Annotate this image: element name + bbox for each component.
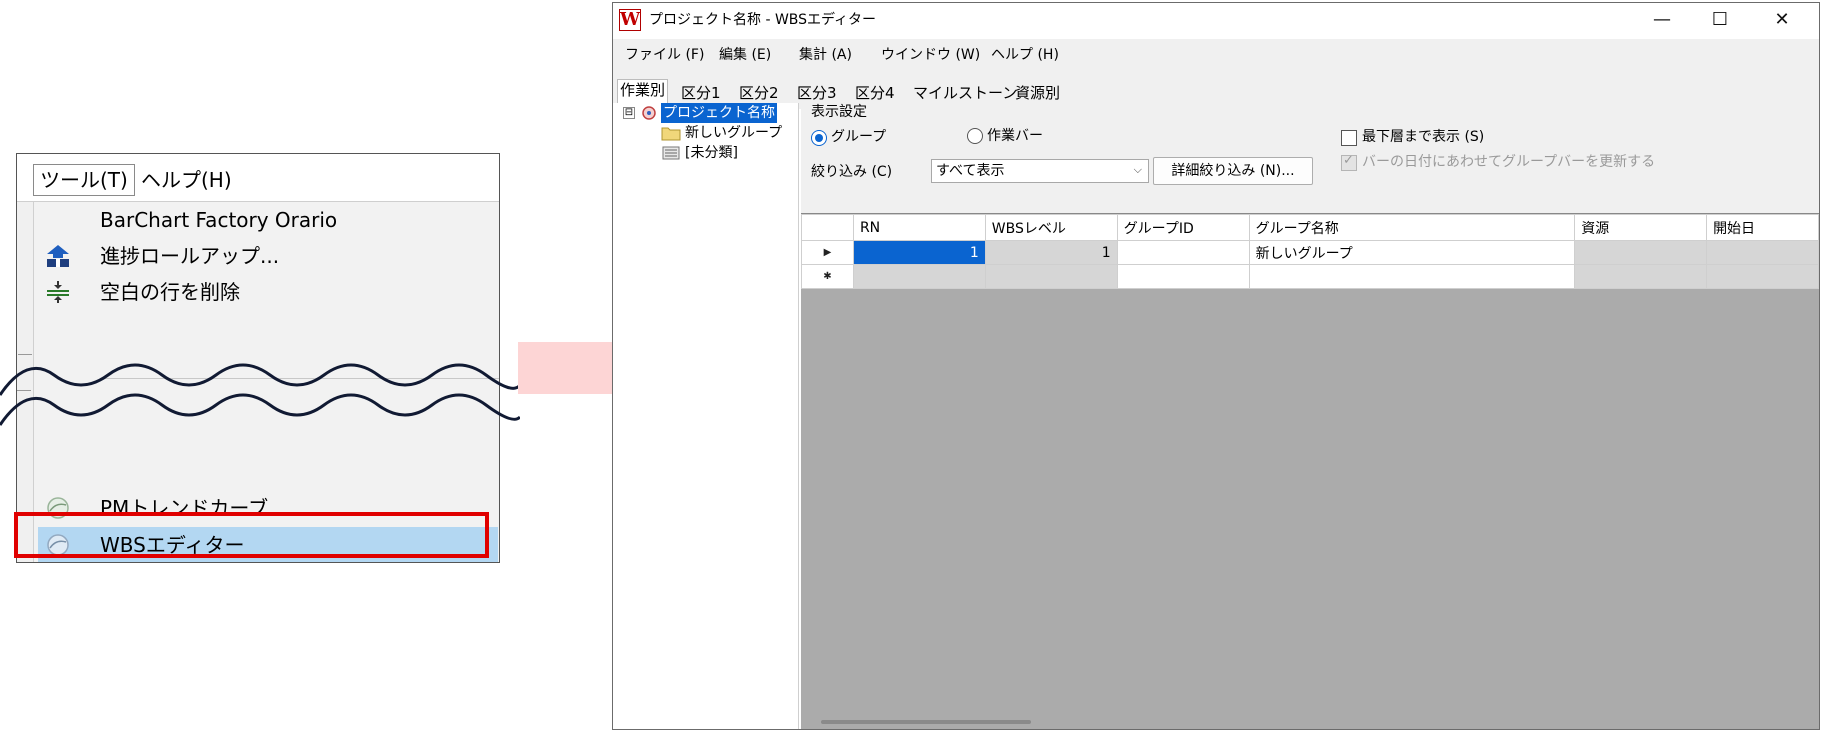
app-logo: W bbox=[619, 9, 641, 31]
table-row[interactable]: ✱ bbox=[801, 264, 1819, 289]
project-icon bbox=[642, 106, 656, 120]
wbs-editor-highlight-frame bbox=[14, 512, 489, 558]
tab-category-1[interactable]: 区分1 bbox=[679, 83, 723, 105]
radio-task-bar[interactable] bbox=[967, 128, 983, 144]
tree-item-label: [未分類] bbox=[685, 145, 738, 161]
filter-label: 絞り込み (C) bbox=[811, 164, 893, 180]
maximize-button[interactable]: ☐ bbox=[1691, 5, 1749, 35]
radio-group[interactable] bbox=[811, 130, 827, 146]
minimize-button[interactable]: — bbox=[1633, 5, 1691, 35]
column-header[interactable]: RN bbox=[852, 214, 986, 241]
menu-window[interactable]: ウインドウ (W) bbox=[881, 46, 980, 64]
menu-item-delete-blank-rows[interactable]: 空白の行を削除 bbox=[34, 274, 499, 310]
checkbox-update-group-bar bbox=[1341, 153, 1357, 171]
filter-select-value: すべて表示 bbox=[936, 163, 1005, 179]
cell-wbs-level[interactable]: 1 bbox=[984, 240, 1118, 265]
tab-category-4[interactable]: 区分4 bbox=[853, 83, 897, 105]
cell-resource[interactable] bbox=[1574, 264, 1708, 289]
menu-bar: ツール(T) ヘルプ(H) bbox=[17, 154, 499, 202]
column-header[interactable]: WBSレベル bbox=[984, 214, 1118, 241]
filter-select[interactable]: すべて表示 ⌵ bbox=[931, 159, 1149, 183]
folder-icon bbox=[661, 127, 681, 141]
menu-help[interactable]: ヘルプ (H) bbox=[991, 46, 1059, 64]
new-row-marker-icon[interactable]: ✱ bbox=[801, 264, 854, 289]
tab-milestone[interactable]: マイルストーン bbox=[911, 83, 1019, 105]
row-header-corner bbox=[801, 214, 854, 241]
tree-item-label: 新しいグループ bbox=[685, 125, 783, 141]
cell-rn[interactable]: 1 bbox=[852, 240, 986, 265]
current-row-marker-icon[interactable]: ▶ bbox=[801, 240, 854, 265]
title-bar[interactable]: W プロジェクト名称 - WBSエディター — ☐ ✕ bbox=[613, 3, 1819, 37]
tab-category-3[interactable]: 区分3 bbox=[795, 83, 839, 105]
tab-by-resource[interactable]: 資源別 bbox=[1013, 83, 1062, 105]
tree-collapse-icon[interactable]: ⊟ bbox=[623, 107, 635, 119]
rollup-icon bbox=[47, 245, 69, 267]
delete-blank-rows-icon bbox=[47, 281, 69, 303]
menu-help[interactable]: ヘルプ(H) bbox=[137, 168, 236, 192]
close-button[interactable]: ✕ bbox=[1753, 5, 1811, 35]
cell-start-date[interactable] bbox=[1706, 240, 1819, 265]
cell-start-date[interactable] bbox=[1706, 264, 1819, 289]
cell-group-name[interactable]: 新しいグループ bbox=[1248, 240, 1576, 265]
checkbox-update-group-bar-label: バーの日付にあわせてグループバーを更新する bbox=[1362, 154, 1656, 170]
menu-item-progress-rollup[interactable]: 進捗ロールアップ... bbox=[34, 238, 499, 274]
wbs-editor-window: W プロジェクト名称 - WBSエディター — ☐ ✕ ファイル (F) 編集 … bbox=[612, 2, 1820, 730]
radio-group-label: グループ bbox=[831, 129, 887, 145]
table-row[interactable]: ▶ 1 1 新しいグループ bbox=[801, 240, 1819, 265]
menu-bar: ファイル (F) 編集 (E) 集計 (A) ウインドウ (W) ヘルプ (H) bbox=[613, 39, 1819, 69]
cell-wbs-level[interactable] bbox=[984, 264, 1118, 289]
cell-rn[interactable] bbox=[852, 264, 986, 289]
cell-group-name[interactable] bbox=[1248, 264, 1576, 289]
menu-item-label: 空白の行を削除 bbox=[100, 280, 240, 304]
menu-tools[interactable]: ツール(T) bbox=[33, 164, 135, 196]
chevron-down-icon: ⌵ bbox=[1133, 163, 1142, 176]
display-settings: 表示設定 グループ 作業バー 最下層まで表示 (S) バーの日付にあわせてグルー… bbox=[801, 103, 1819, 213]
cell-group-id[interactable] bbox=[1116, 264, 1250, 289]
cell-group-id[interactable] bbox=[1116, 240, 1250, 265]
tab-category-2[interactable]: 区分2 bbox=[737, 83, 781, 105]
menu-item-label: 進捗ロールアップ... bbox=[100, 244, 280, 268]
menu-aggregate[interactable]: 集計 (A) bbox=[799, 46, 852, 64]
radio-task-bar-label: 作業バー bbox=[987, 128, 1043, 144]
wbs-grid: RN WBSレベル グループID グループ名称 資源 開始日 ▶ 1 1 新しい… bbox=[801, 213, 1819, 729]
omission-wave-icon bbox=[0, 363, 520, 426]
detail-filter-button[interactable]: 詳細絞り込み (N)... bbox=[1153, 157, 1313, 185]
tree-root-label: プロジェクト名称 bbox=[661, 103, 777, 123]
grid-header-row: RN WBSレベル グループID グループ名称 資源 開始日 bbox=[801, 214, 1819, 241]
horizontal-scrollbar[interactable] bbox=[821, 720, 1031, 724]
column-header[interactable]: グループID bbox=[1116, 214, 1250, 241]
menu-edit[interactable]: 編集 (E) bbox=[719, 46, 771, 64]
window-title: プロジェクト名称 - WBSエディター bbox=[649, 12, 877, 28]
list-icon bbox=[662, 146, 680, 160]
group-tree: ⊟ プロジェクト名称 新しいグループ [未分類] bbox=[613, 103, 799, 729]
grid-table: RN WBSレベル グループID グループ名称 資源 開始日 ▶ 1 1 新しい… bbox=[801, 214, 1819, 289]
settings-group-title: 表示設定 bbox=[811, 104, 867, 120]
menu-item-barchart-factory[interactable]: BarChart Factory Orario bbox=[34, 202, 499, 238]
column-header[interactable]: グループ名称 bbox=[1248, 214, 1576, 241]
column-header[interactable]: 資源 bbox=[1574, 214, 1708, 241]
cell-resource[interactable] bbox=[1574, 240, 1708, 265]
menu-item-label: BarChart Factory Orario bbox=[100, 208, 338, 232]
checkbox-show-lowest[interactable] bbox=[1341, 130, 1357, 146]
checkbox-show-lowest-label: 最下層まで表示 (S) bbox=[1362, 129, 1485, 145]
menu-file[interactable]: ファイル (F) bbox=[625, 46, 704, 64]
column-header[interactable]: 開始日 bbox=[1706, 214, 1819, 241]
